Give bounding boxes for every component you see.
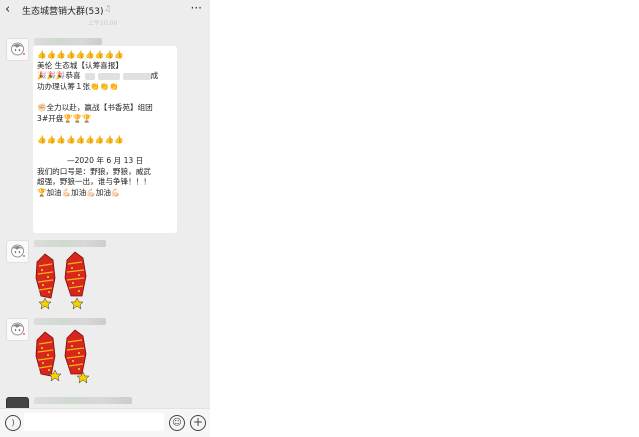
chat-title[interactable]: 生态城营销大群(53) [22, 4, 103, 17]
avatar[interactable] [6, 38, 29, 61]
sender-name-blurred [34, 38, 102, 45]
message-line-suffix: 成 [150, 71, 159, 81]
message-line [37, 145, 173, 156]
emoji-icon[interactable]: ☺ [169, 415, 185, 431]
message-line: 🎉🎉🎉恭喜 成 [37, 71, 173, 82]
message-line [37, 92, 173, 103]
message-line: 功办理认筹１张👏👏👏 [37, 81, 119, 91]
message-line: 美伦 生态城【认筹喜报】 [37, 60, 123, 70]
sender-name-blurred [34, 240, 106, 247]
plus-icon[interactable]: + [190, 415, 206, 431]
message-line: 超强，野狼一出，谁与争锋！！！ [37, 177, 151, 187]
message-line: 👍👍👍👍👍👍👍👍👍 [37, 50, 124, 59]
message-line: 👍👍👍👍👍👍👍👍👍 [37, 134, 124, 144]
input-bar: ) ☺ + [0, 408, 210, 437]
voice-icon[interactable]: ) [5, 415, 21, 431]
firecracker-sticker-icon[interactable] [33, 326, 97, 390]
redacted-name [84, 72, 95, 80]
chevron-left-icon[interactable]: ‹ [5, 2, 10, 17]
message-input[interactable] [24, 413, 164, 431]
message-line: 3#开盘🏆🏆🏆 [37, 113, 92, 123]
message-line: ✊🏻全力以赴，赢战【书香苑】组团 [37, 102, 153, 112]
message-timestamp: 上午10:00 [88, 20, 118, 27]
message-line: 我们的口号是：野狼，野狼，威武 [37, 166, 151, 176]
sender-name-blurred [34, 318, 106, 325]
message-line [37, 124, 173, 135]
message-line: —2020 年 6 月 13 日 [67, 155, 144, 165]
redacted-name [97, 72, 120, 80]
avatar[interactable] [6, 318, 29, 341]
firecracker-sticker-icon[interactable] [33, 248, 97, 312]
message-bubble[interactable]: 👍👍👍👍👍👍👍👍👍 美伦 生态城【认筹喜报】 🎉🎉🎉恭喜 成 功办理认筹１张👏👏👏… [33, 46, 177, 233]
message-line: 🏆加油💪🏻加油💪🏻加油💪🏻 [37, 187, 121, 197]
redacted-name [122, 72, 151, 80]
chat-window: ‹ 生态城营销大群(53) ♫ ··· 上午10:00 👍👍👍👍👍👍👍👍👍 美伦… [0, 0, 210, 437]
message-line-text: 🎉🎉🎉恭喜 [37, 71, 81, 81]
bell-off-icon: ♫ [104, 4, 112, 13]
avatar[interactable] [6, 240, 29, 263]
sender-name-blurred [34, 397, 132, 404]
more-dots-icon[interactable]: ··· [191, 1, 202, 15]
